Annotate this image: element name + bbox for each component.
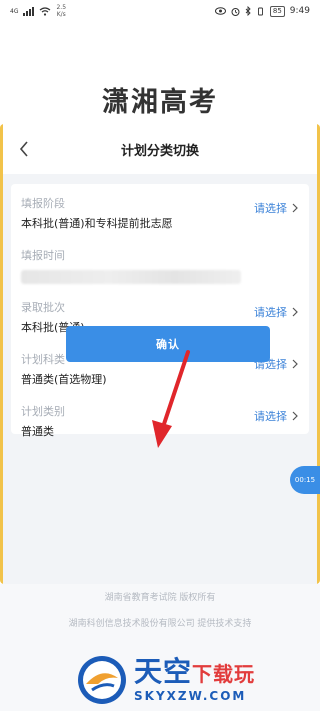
chevron-right-icon (292, 411, 298, 421)
chevron-right-icon (292, 359, 298, 369)
watermark-text: 天空下载玩 SKYXZW.COM (134, 657, 255, 704)
watermark-cn-main: 天空 (134, 655, 193, 688)
modal-header: 计划分类切换 (3, 124, 317, 174)
chevron-right-icon (292, 307, 298, 317)
status-left: 4G 2.5 K/s (10, 4, 66, 18)
chevron-left-icon (19, 141, 28, 157)
status-bar: 4G 2.5 K/s 85 9:49 (0, 0, 320, 22)
field-plan-category: 计划类别 普通类 请选择 (21, 404, 299, 452)
alarm-icon (231, 7, 240, 16)
chevron-right-icon (292, 203, 298, 213)
signal-icon (23, 6, 35, 16)
fill-time-value-redacted (21, 270, 241, 284)
field-value: 本科批(普通)和专科提前批志愿 (21, 217, 173, 230)
field-fill-time: 填报时间 (21, 248, 299, 296)
field-fill-stage: 填报阶段 本科批(普通)和专科提前批志愿 请选择 (21, 196, 299, 244)
field-value: 普通类(首选物理) (21, 373, 107, 386)
field-label: 填报时间 (21, 249, 65, 262)
footer-tech-support: 湖南科创信息技术股份有限公司 提供技术支持 (68, 619, 252, 629)
choose-fill-stage-button[interactable]: 请选择 (254, 200, 299, 216)
footer-copyright: 湖南省教育考试院 版权所有 (104, 593, 216, 603)
choose-admission-batch-button[interactable]: 请选择 (254, 304, 299, 320)
watermark-cn: 天空下载玩 (134, 657, 255, 689)
vibrate-icon (257, 7, 263, 15)
watermark-cn-accent: 下载玩 (192, 662, 256, 686)
modal-body: 填报阶段 本科批(普通)和专科提前批志愿 请选择 填报时间 录取批次 本科批(普… (3, 174, 317, 584)
app-title: 潇湘高考 (102, 87, 218, 118)
eye-icon (214, 7, 226, 15)
confirm-button[interactable]: 确认 (66, 326, 270, 362)
site-watermark: 天空下载玩 SKYXZW.COM (76, 652, 316, 708)
modal-title: 计划分类切换 (120, 143, 199, 159)
choose-label: 请选择 (254, 202, 287, 215)
network-type: 4G (10, 7, 19, 15)
status-right: 85 9:49 (214, 5, 310, 17)
choose-label: 请选择 (254, 306, 287, 319)
watermark-logo-icon (78, 656, 126, 704)
clock-time: 9:49 (289, 6, 310, 16)
choose-label: 请选择 (254, 410, 287, 423)
battery-icon: 85 (269, 5, 285, 17)
field-value: 普通类 (21, 425, 54, 438)
bluetooth-icon (245, 6, 251, 16)
network-speed: 2.5 K/s (56, 4, 67, 18)
form-card: 填报阶段 本科批(普通)和专科提前批志愿 请选择 填报时间 录取批次 本科批(普… (11, 184, 309, 438)
choose-plan-category-button[interactable]: 请选择 (254, 408, 299, 424)
timer-bubble[interactable]: 00:15 (290, 466, 320, 494)
wifi-icon (40, 6, 51, 16)
watermark-en: SKYXZW.COM (134, 689, 247, 703)
back-button[interactable] (13, 138, 35, 160)
